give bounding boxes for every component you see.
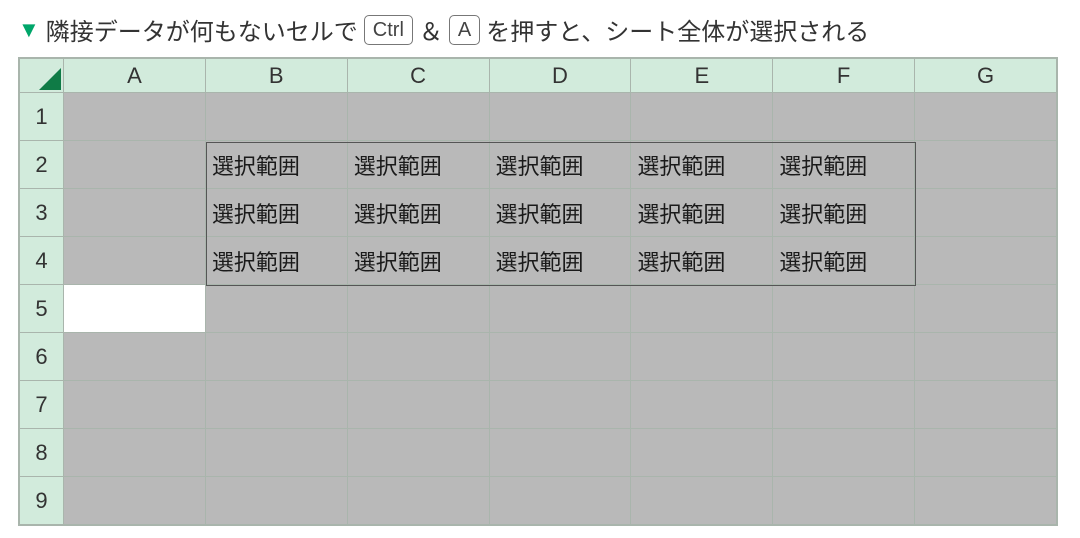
cell-G6[interactable] <box>915 333 1057 381</box>
row-header-5[interactable]: 5 <box>20 285 64 333</box>
spreadsheet[interactable]: A B C D E F G 12選択範囲選択範囲選択範囲選択範囲選択範囲3選択範… <box>18 57 1058 526</box>
col-header-A[interactable]: A <box>64 59 206 93</box>
cell-A3[interactable] <box>64 189 206 237</box>
col-header-E[interactable]: E <box>631 59 773 93</box>
cell-C4[interactable]: 選択範囲 <box>347 237 489 285</box>
cell-A7[interactable] <box>64 381 206 429</box>
cell-C6[interactable] <box>347 333 489 381</box>
col-header-C[interactable]: C <box>347 59 489 93</box>
cell-G1[interactable] <box>915 93 1057 141</box>
cell-B7[interactable] <box>205 381 347 429</box>
cell-C5[interactable] <box>347 285 489 333</box>
cell-G5[interactable] <box>915 285 1057 333</box>
cell-B1[interactable] <box>205 93 347 141</box>
cell-E4[interactable]: 選択範囲 <box>631 237 773 285</box>
col-header-D[interactable]: D <box>489 59 631 93</box>
cell-A5[interactable] <box>64 285 206 333</box>
cell-F5[interactable] <box>773 285 915 333</box>
cell-C1[interactable] <box>347 93 489 141</box>
select-all-corner[interactable] <box>20 59 64 93</box>
col-header-G[interactable]: G <box>915 59 1057 93</box>
cell-D8[interactable] <box>489 429 631 477</box>
cell-B2[interactable]: 選択範囲 <box>205 141 347 189</box>
cell-E5[interactable] <box>631 285 773 333</box>
cell-G8[interactable] <box>915 429 1057 477</box>
cell-E6[interactable] <box>631 333 773 381</box>
row-header-2[interactable]: 2 <box>20 141 64 189</box>
cell-E7[interactable] <box>631 381 773 429</box>
row-header-4[interactable]: 4 <box>20 237 64 285</box>
ampersand: ＆ <box>419 12 443 47</box>
figure-caption: ▼ 隣接データが何もないセルで Ctrl ＆ A を押すと、シート全体が選択され… <box>18 12 1062 47</box>
cell-F2[interactable]: 選択範囲 <box>773 141 915 189</box>
cell-A4[interactable] <box>64 237 206 285</box>
cell-F4[interactable]: 選択範囲 <box>773 237 915 285</box>
cell-A1[interactable] <box>64 93 206 141</box>
row-header-1[interactable]: 1 <box>20 93 64 141</box>
cell-B4[interactable]: 選択範囲 <box>205 237 347 285</box>
cell-F6[interactable] <box>773 333 915 381</box>
cell-E2[interactable]: 選択範囲 <box>631 141 773 189</box>
cell-C9[interactable] <box>347 477 489 525</box>
cell-F1[interactable] <box>773 93 915 141</box>
cell-G9[interactable] <box>915 477 1057 525</box>
cell-D6[interactable] <box>489 333 631 381</box>
cell-B3[interactable]: 選択範囲 <box>205 189 347 237</box>
cell-A9[interactable] <box>64 477 206 525</box>
cell-F8[interactable] <box>773 429 915 477</box>
row-header-6[interactable]: 6 <box>20 333 64 381</box>
cell-C7[interactable] <box>347 381 489 429</box>
cell-B8[interactable] <box>205 429 347 477</box>
row-header-9[interactable]: 9 <box>20 477 64 525</box>
key-a: A <box>449 15 480 45</box>
cell-D2[interactable]: 選択範囲 <box>489 141 631 189</box>
cell-C2[interactable]: 選択範囲 <box>347 141 489 189</box>
caption-text-2: を押すと、シート全体が選択される <box>486 12 869 47</box>
row-header-3[interactable]: 3 <box>20 189 64 237</box>
col-header-F[interactable]: F <box>773 59 915 93</box>
row-header-7[interactable]: 7 <box>20 381 64 429</box>
col-header-B[interactable]: B <box>205 59 347 93</box>
cell-A8[interactable] <box>64 429 206 477</box>
cell-A6[interactable] <box>64 333 206 381</box>
cell-D7[interactable] <box>489 381 631 429</box>
cell-A2[interactable] <box>64 141 206 189</box>
row-header-8[interactable]: 8 <box>20 429 64 477</box>
cell-E3[interactable]: 選択範囲 <box>631 189 773 237</box>
cell-C3[interactable]: 選択範囲 <box>347 189 489 237</box>
cell-D4[interactable]: 選択範囲 <box>489 237 631 285</box>
cell-E1[interactable] <box>631 93 773 141</box>
cell-G4[interactable] <box>915 237 1057 285</box>
cell-E8[interactable] <box>631 429 773 477</box>
caption-text-1: 隣接データが何もないセルで <box>46 12 358 47</box>
cell-B5[interactable] <box>205 285 347 333</box>
cell-D5[interactable] <box>489 285 631 333</box>
grid[interactable]: A B C D E F G 12選択範囲選択範囲選択範囲選択範囲選択範囲3選択範… <box>19 58 1057 525</box>
cell-B9[interactable] <box>205 477 347 525</box>
cell-F7[interactable] <box>773 381 915 429</box>
cell-D9[interactable] <box>489 477 631 525</box>
cell-D3[interactable]: 選択範囲 <box>489 189 631 237</box>
cell-G3[interactable] <box>915 189 1057 237</box>
key-ctrl: Ctrl <box>364 15 413 45</box>
cell-B6[interactable] <box>205 333 347 381</box>
cell-C8[interactable] <box>347 429 489 477</box>
cell-G2[interactable] <box>915 141 1057 189</box>
cell-E9[interactable] <box>631 477 773 525</box>
cell-D1[interactable] <box>489 93 631 141</box>
cell-F3[interactable]: 選択範囲 <box>773 189 915 237</box>
triangle-icon: ▼ <box>18 19 40 41</box>
cell-F9[interactable] <box>773 477 915 525</box>
cell-G7[interactable] <box>915 381 1057 429</box>
